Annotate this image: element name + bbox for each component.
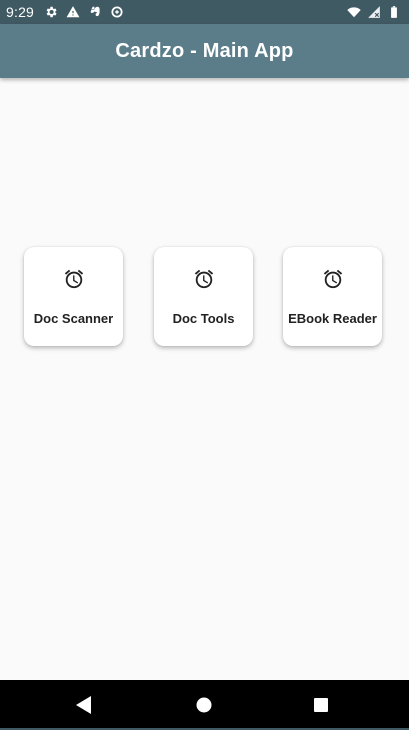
back-button[interactable] <box>72 693 96 717</box>
home-icon <box>196 697 212 713</box>
alarm-clock-icon <box>322 268 344 290</box>
evernote-icon <box>88 5 102 19</box>
status-time: 9:29 <box>6 4 35 20</box>
card-ebook-reader[interactable]: EBook Reader <box>283 247 382 346</box>
wifi-icon <box>347 5 361 19</box>
card-doc-scanner[interactable]: Doc Scanner <box>24 247 123 346</box>
battery-icon <box>387 5 401 19</box>
app-bar: Cardzo - Main App <box>0 24 409 78</box>
settings-icon <box>44 5 58 19</box>
card-label: EBook Reader <box>288 311 377 326</box>
card-label: Doc Tools <box>172 311 235 326</box>
app-title: Cardzo - Main App <box>115 39 294 62</box>
card-row: Doc Scanner Doc Tools EBook Reader <box>24 247 383 347</box>
no-signal-icon <box>367 5 381 19</box>
card-doc-tools[interactable]: Doc Tools <box>154 247 253 346</box>
warning-icon <box>66 5 80 19</box>
home-button[interactable] <box>192 693 216 717</box>
card-label: Doc Scanner <box>33 311 114 326</box>
alarm-clock-icon <box>193 268 215 290</box>
status-bar: 9:29 <box>0 0 409 24</box>
status-system-icons <box>347 5 401 19</box>
screen: 9:29 Cardzo - Main App Doc Scanner Doc T… <box>0 0 409 730</box>
data-saver-icon <box>110 5 124 19</box>
navigation-bar <box>0 680 409 730</box>
status-notification-icons <box>44 5 124 19</box>
recents-button[interactable] <box>309 693 333 717</box>
back-icon <box>76 696 91 714</box>
alarm-clock-icon <box>63 268 85 290</box>
recents-icon <box>314 698 328 712</box>
